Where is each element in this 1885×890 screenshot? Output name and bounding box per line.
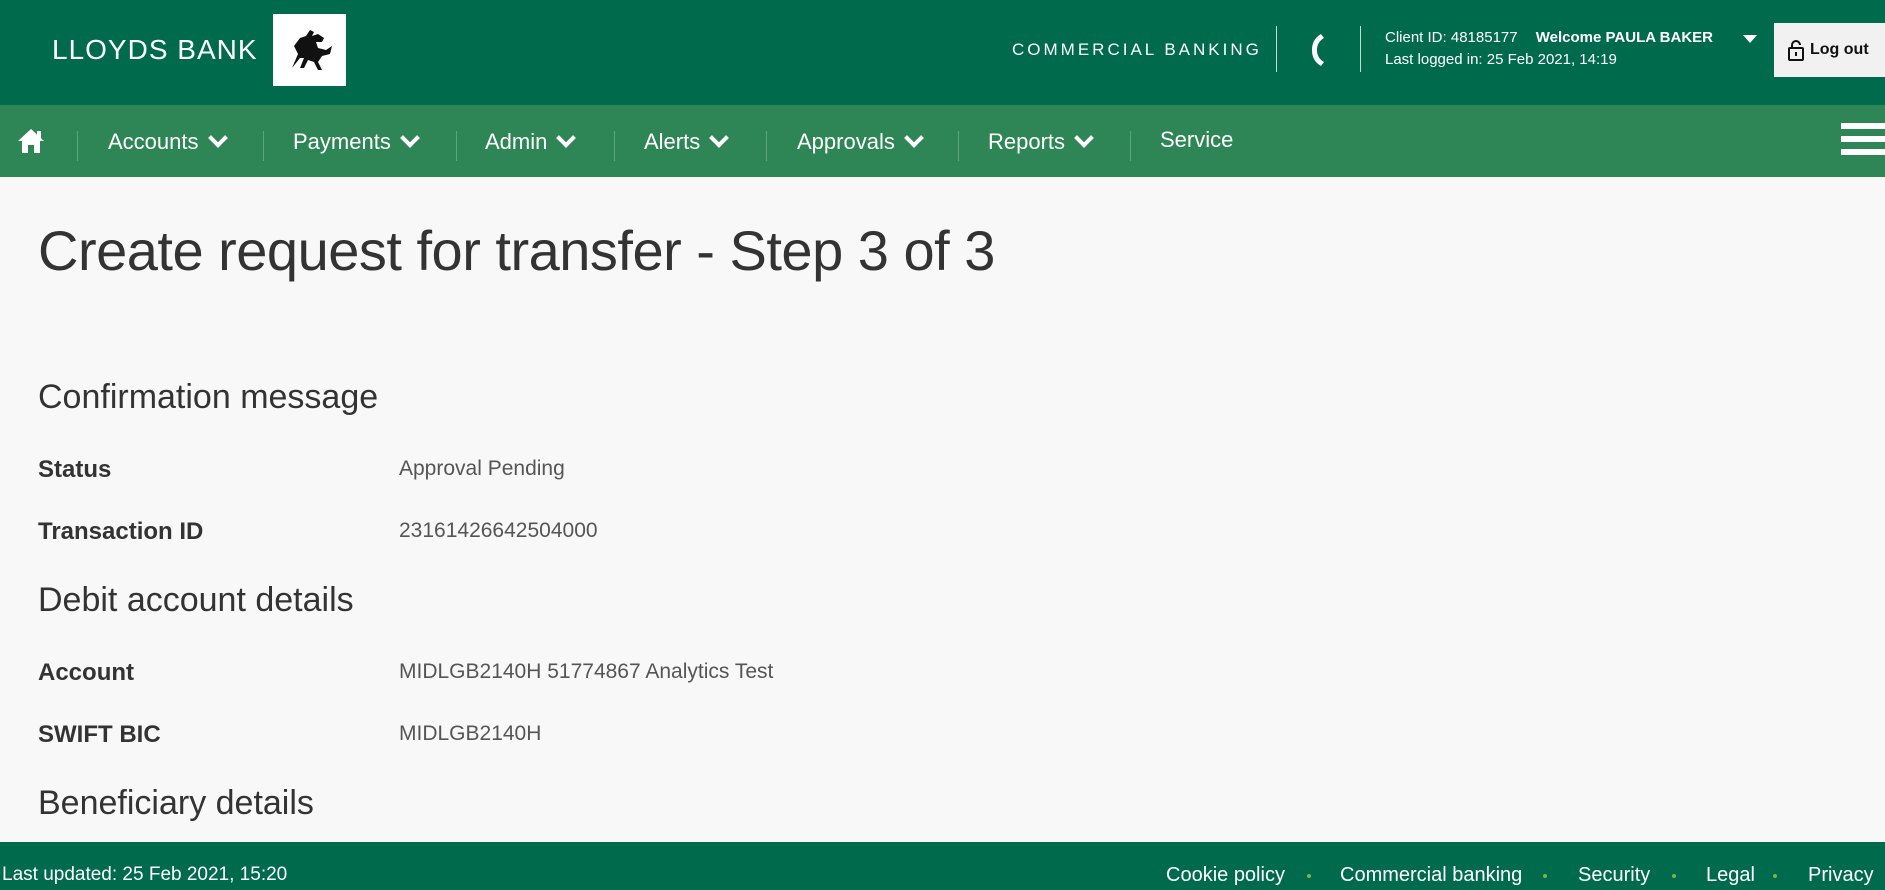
footer-link-security[interactable]: Security: [1578, 864, 1650, 887]
black-horse-logo-icon[interactable]: [273, 14, 346, 86]
account-label: Account: [38, 659, 134, 686]
nav-divider: [766, 131, 767, 161]
main-nav: Accounts Payments Admin Alerts Approvals…: [0, 105, 1885, 177]
nav-divider: [77, 131, 78, 161]
transaction-id-value: 23161426642504000: [399, 519, 598, 542]
footer-separator: [1773, 874, 1777, 878]
chevron-down-icon: [709, 128, 730, 148]
nav-service[interactable]: Service: [1160, 127, 1233, 153]
footer-link-cookie-policy[interactable]: Cookie policy: [1166, 864, 1285, 887]
chevron-down-icon: [207, 128, 228, 148]
footer-separator: [1543, 874, 1547, 878]
nav-label: Reports: [988, 129, 1066, 154]
header-divider: [1276, 26, 1277, 72]
footer-link-legal[interactable]: Legal: [1706, 864, 1755, 887]
nav-divider: [1130, 131, 1131, 161]
welcome-user[interactable]: Welcome PAULA BAKER: [1536, 29, 1713, 46]
nav-label: Admin: [485, 129, 548, 154]
nav-label: Alerts: [644, 129, 701, 154]
confirmation-heading: Confirmation message: [38, 378, 379, 416]
nav-accounts[interactable]: Accounts: [108, 128, 228, 155]
page-title: Create request for transfer - Step 3 of …: [38, 219, 995, 282]
nav-divider: [456, 131, 457, 161]
logout-label: Log out: [1810, 41, 1869, 58]
client-id: Client ID: 48185177: [1385, 29, 1518, 46]
nav-divider: [958, 131, 959, 161]
client-info: Client ID: 48185177 Welcome PAULA BAKER: [1385, 29, 1713, 46]
nav-divider: [614, 131, 615, 161]
footer-separator: [1672, 874, 1676, 878]
nav-label: Approvals: [797, 129, 895, 154]
unlock-icon: [1788, 40, 1804, 61]
hamburger-menu-icon[interactable]: [1841, 123, 1885, 161]
nav-payments[interactable]: Payments: [293, 128, 420, 155]
footer-separator: [1307, 874, 1311, 878]
chevron-down-icon: [399, 128, 420, 148]
nav-label: Accounts: [108, 129, 199, 154]
last-updated: Last updated: 25 Feb 2021, 15:20: [2, 864, 288, 885]
chevron-down-icon: [1074, 128, 1094, 148]
status-label: Status: [38, 456, 112, 483]
chevron-down-icon: [556, 128, 577, 148]
beneficiary-heading: Beneficiary details: [38, 784, 314, 822]
nav-divider: [263, 131, 264, 161]
transaction-id-label: Transaction ID: [38, 518, 204, 545]
logout-button[interactable]: Log out: [1774, 23, 1885, 77]
nav-approvals[interactable]: Approvals: [797, 128, 924, 155]
top-header: LLOYDS BANK COMMERCIAL BANKING Client ID…: [0, 0, 1885, 105]
chevron-down-icon: [903, 128, 924, 148]
last-logged-in: Last logged in: 25 Feb 2021, 14:19: [1385, 51, 1617, 68]
home-icon[interactable]: [16, 127, 46, 155]
footer: Last updated: 25 Feb 2021, 15:20 Cookie …: [0, 842, 1885, 890]
nav-label: Service: [1160, 127, 1234, 152]
swift-bic-value: MIDLGB2140H: [399, 722, 542, 745]
account-value: MIDLGB2140H 51774867 Analytics Test: [399, 660, 774, 683]
nav-alerts[interactable]: Alerts: [644, 128, 730, 155]
phone-icon[interactable]: [1306, 32, 1330, 68]
chevron-down-icon[interactable]: [1743, 35, 1757, 43]
footer-link-privacy[interactable]: Privacy: [1808, 864, 1874, 887]
header-divider: [1360, 26, 1361, 72]
swift-bic-label: SWIFT BIC: [38, 721, 161, 748]
commercial-banking-label: COMMERCIAL BANKING: [1012, 40, 1262, 59]
nav-admin[interactable]: Admin: [485, 128, 577, 155]
status-value: Approval Pending: [399, 457, 565, 480]
nav-label: Payments: [293, 129, 391, 154]
brand-name[interactable]: LLOYDS BANK: [52, 34, 258, 66]
debit-account-heading: Debit account details: [38, 581, 354, 619]
footer-link-commercial-banking[interactable]: Commercial banking: [1340, 864, 1522, 887]
nav-reports[interactable]: Reports: [988, 128, 1094, 155]
